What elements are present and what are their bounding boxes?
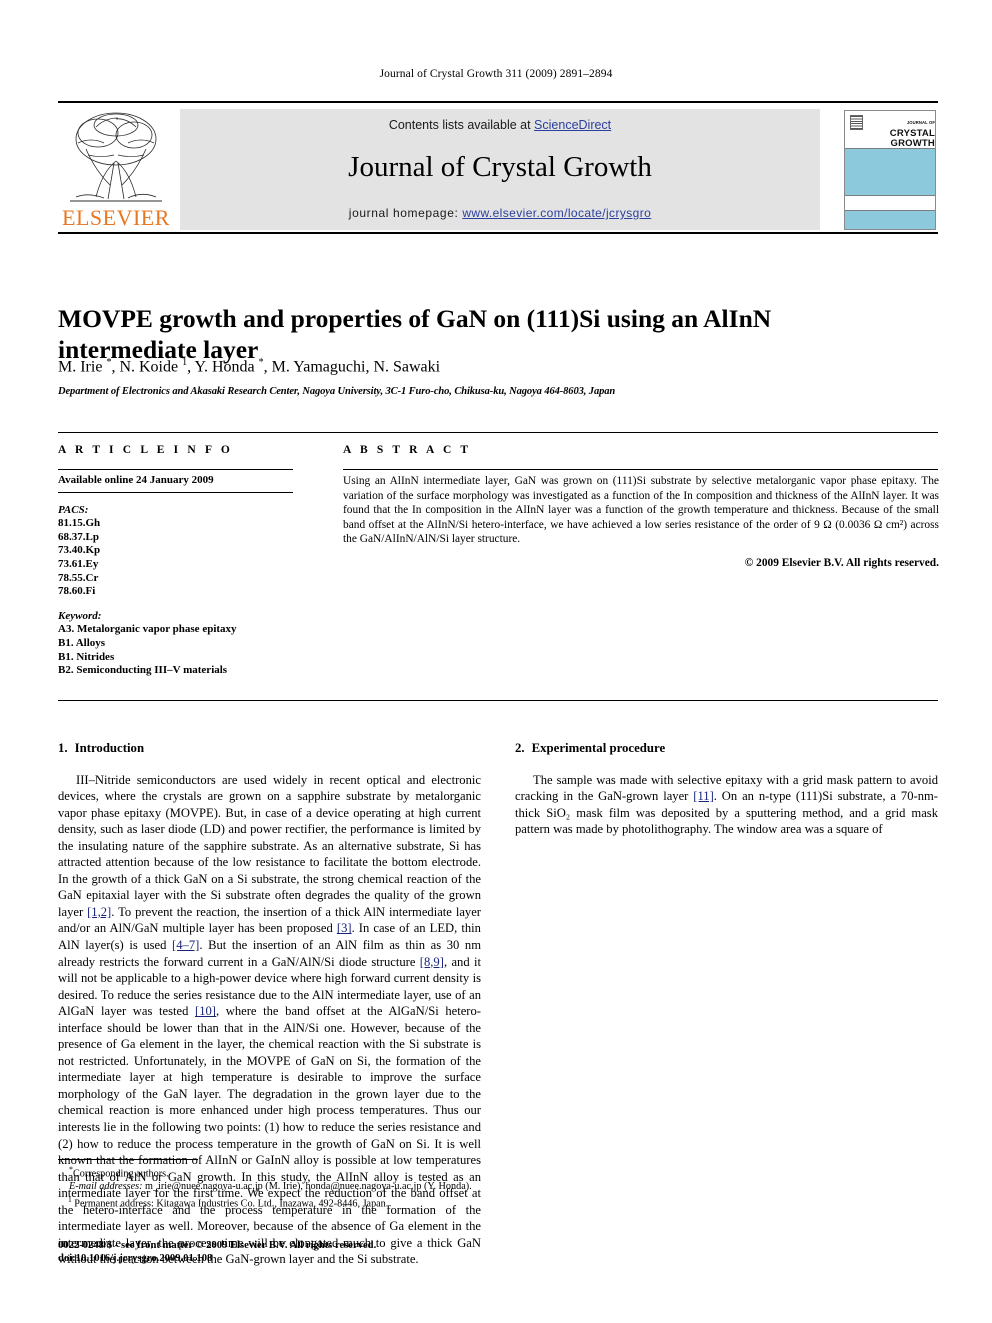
citation-link[interactable]: [1,2]	[87, 905, 111, 919]
paragraph-experimental: The sample was made with selective epita…	[515, 772, 938, 838]
section-title: Introduction	[74, 741, 145, 755]
journal-masthead: ELSEVIER Contents lists available at Sci…	[58, 101, 938, 234]
cover-overline: JOURNAL OF	[906, 120, 935, 125]
pacs-code: 78.60.Fi	[58, 585, 96, 598]
divider-bottom	[58, 700, 938, 701]
pacs-code: 73.40.Kp	[58, 544, 101, 557]
author-list: M. Irie *, N. Koide 1, Y. Honda *, M. Ya…	[58, 357, 441, 376]
citation-link[interactable]: [8,9]	[420, 955, 444, 969]
keyword-item: B1. Alloys	[58, 636, 106, 649]
intro-text-f: , where the band offset at the AlGaN/Si …	[58, 1004, 481, 1267]
doi-line: doi:10.1016/j.jcrysgro.2009.01.108	[58, 1253, 213, 1265]
footnote-marker: 1	[68, 1194, 72, 1204]
elsevier-tree-icon	[66, 109, 166, 205]
pacs-code: 73.61.Ey	[58, 557, 99, 570]
footnote-corresponding: *Corresponding authors.	[58, 1164, 483, 1181]
masthead-band: Contents lists available at ScienceDirec…	[180, 109, 820, 230]
intro-text-a: III–Nitride semiconductors are used wide…	[58, 772, 481, 919]
footnote-permanent-address: 1 Permanent address: Kitagawa Industries…	[58, 1194, 483, 1211]
article-info-column: Available online 24 January 2009 PACS: 8…	[58, 474, 303, 678]
keyword-item: B1. Nitrides	[58, 650, 115, 663]
footnote-block: *Corresponding authors. E-mail addresses…	[58, 1164, 483, 1211]
email-label: E-mail addresses:	[69, 1180, 143, 1192]
pacs-code: 78.55.Cr	[58, 571, 99, 584]
citation-link[interactable]: [4–7]	[172, 938, 199, 952]
homepage-prefix: journal homepage:	[348, 206, 463, 220]
section-heading-experimental: 2. Experimental procedure	[515, 740, 938, 757]
cover-title: JOURNAL OF CRYSTAL GROWTH	[865, 118, 935, 149]
pacs-label: PACS:	[58, 503, 89, 516]
section-number: 2.	[515, 741, 525, 755]
divider-top	[58, 432, 938, 433]
available-online: Available online 24 January 2009	[58, 474, 293, 493]
corresponding-text: Corresponding authors.	[73, 1168, 169, 1180]
section-number: 1.	[58, 741, 68, 755]
keyword-label: Keyword:	[58, 609, 102, 622]
journal-homepage-line: journal homepage: www.elsevier.com/locat…	[180, 206, 820, 220]
imprint-block: 0022-0248/$ - see front matter © 2009 El…	[58, 1239, 488, 1265]
email-values: m_irie@nuee.nagoya-u.ac.jp (M. Irie), ho…	[142, 1180, 472, 1192]
issn-copyright-line: 0022-0248/$ - see front matter © 2009 El…	[58, 1240, 377, 1251]
abstract-column: Using an AlInN intermediate layer, GaN w…	[343, 474, 939, 571]
elsevier-logo: ELSEVIER	[60, 109, 172, 231]
pacs-code: 81.15.Gh	[58, 517, 101, 530]
sciencedirect-link[interactable]: ScienceDirect	[534, 118, 611, 132]
cover-color-band-top	[845, 148, 935, 196]
section-heading-introduction: 1. Introduction	[58, 740, 481, 757]
article-page: Journal of Crystal Growth 311 (2009) 289…	[0, 0, 992, 1323]
citation-link[interactable]: [3]	[337, 921, 352, 935]
permanent-address-text: Permanent address: Kitagawa Industries C…	[74, 1197, 389, 1209]
abstract-copyright: © 2009 Elsevier B.V. All rights reserved…	[744, 556, 939, 569]
masthead-inner: ELSEVIER Contents lists available at Sci…	[58, 107, 938, 232]
pacs-code: 68.37.Lp	[58, 530, 99, 543]
divider-abstract	[343, 469, 938, 470]
body-column-right: 2. Experimental procedure The sample was …	[515, 740, 938, 838]
cover-elsevier-mark-icon	[850, 115, 863, 130]
affiliation: Department of Electronics and Akasaki Re…	[58, 386, 616, 397]
article-info-heading: A R T I C L E I N F O	[58, 444, 233, 456]
keyword-item: A3. Metalorganic vapor phase epitaxy	[58, 623, 237, 636]
footnote-divider	[58, 1159, 198, 1160]
citation-link[interactable]: [11]	[693, 789, 714, 803]
journal-title: Journal of Crystal Growth	[348, 151, 652, 183]
divider-article-info	[58, 469, 293, 470]
running-head: Journal of Crystal Growth 311 (2009) 289…	[379, 68, 613, 80]
journal-cover-thumbnail: JOURNAL OF CRYSTAL GROWTH	[844, 110, 936, 230]
section-title: Experimental procedure	[531, 741, 666, 755]
keyword-item: B2. Semiconducting III–V materials	[58, 664, 228, 677]
journal-homepage-link[interactable]: www.elsevier.com/locate/jcrysgro	[462, 206, 651, 220]
contents-available-line: Contents lists available at ScienceDirec…	[180, 118, 820, 132]
cover-header: JOURNAL OF CRYSTAL GROWTH	[845, 111, 935, 149]
contents-prefix: Contents lists available at	[388, 118, 535, 132]
page-title: MOVPE growth and properties of GaN on (1…	[58, 304, 772, 365]
abstract-text: Using an AlInN intermediate layer, GaN w…	[343, 475, 939, 546]
cover-color-band-bottom	[845, 210, 935, 229]
footnote-emails: E-mail addresses: m_irie@nuee.nagoya-u.a…	[58, 1181, 483, 1194]
elsevier-wordmark: ELSEVIER	[62, 205, 170, 230]
citation-link[interactable]: [10]	[195, 1004, 216, 1018]
abstract-heading: A B S T R A C T	[343, 444, 472, 456]
